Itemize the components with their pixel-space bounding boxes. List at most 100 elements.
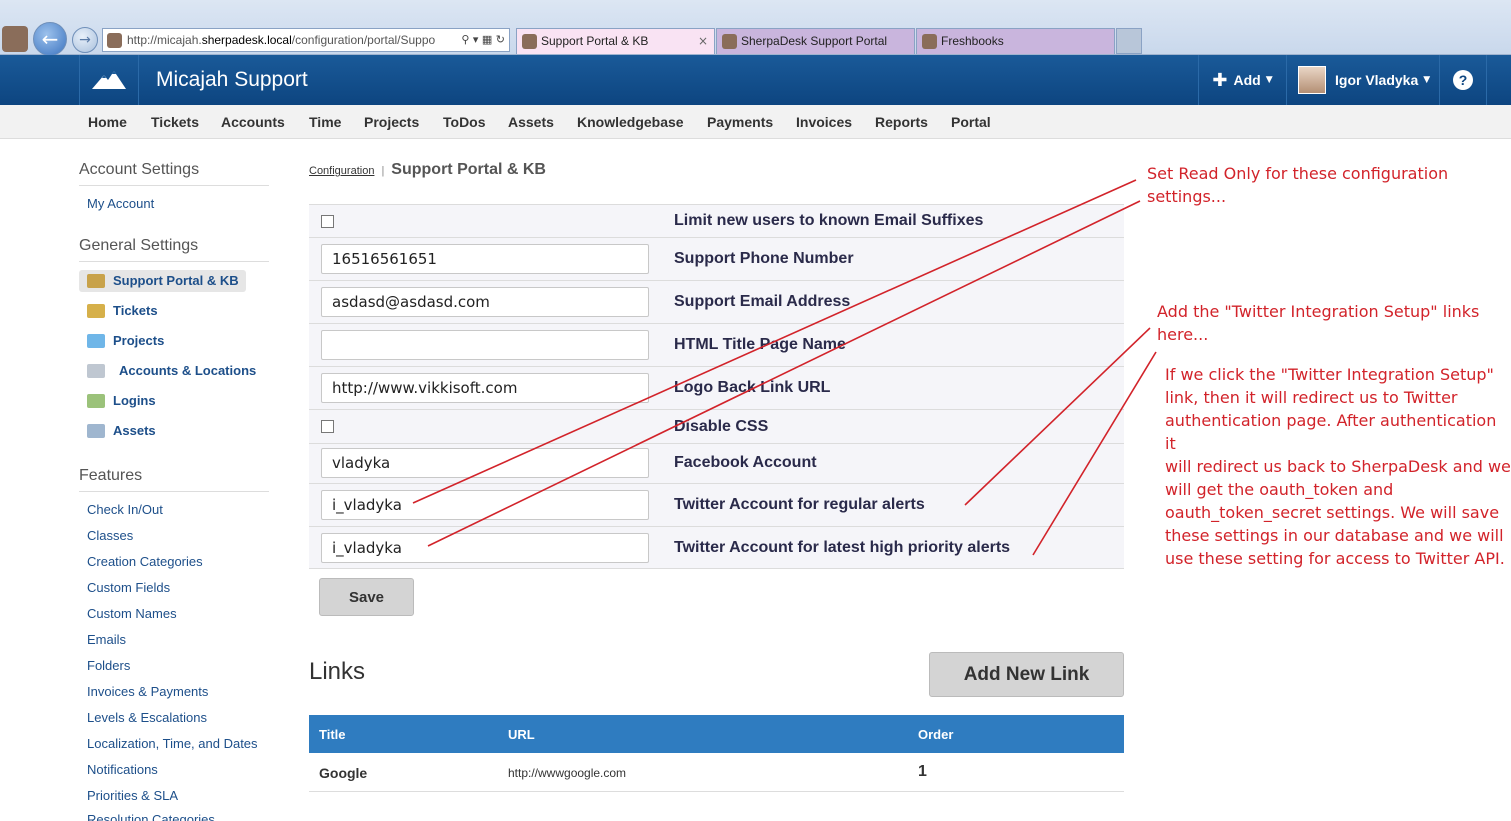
sidebar-item-my-account[interactable]: My Account: [87, 196, 154, 211]
facebook-account-field[interactable]: [321, 448, 649, 478]
general-settings-heading: General Settings: [79, 237, 269, 262]
annotation-line: here...: [1157, 325, 1209, 344]
nav-assets[interactable]: Assets: [508, 114, 554, 130]
table-row[interactable]: Google http://wwwgoogle.com 1: [309, 753, 1124, 792]
tab-sherpadesk-portal[interactable]: SherpaDesk Support Portal: [716, 28, 915, 54]
setting-row: Facebook Account: [309, 443, 1124, 483]
sidebar-item-creation-categories[interactable]: Creation Categories: [87, 554, 203, 569]
annotation-read-only: Set Read Only for these configuration se…: [1147, 162, 1448, 208]
sidebar-item-projects[interactable]: Projects: [87, 333, 164, 348]
sidebar-item-emails[interactable]: Emails: [87, 632, 126, 647]
setting-label: Disable CSS: [674, 418, 769, 435]
annotation-line: link, then it will redirect us to Twitte…: [1165, 388, 1458, 407]
tab-close-icon[interactable]: ×: [698, 29, 708, 54]
sidebar-item-invoices-payments[interactable]: Invoices & Payments: [87, 684, 208, 699]
address-bar[interactable]: http://micajah.sherpadesk.local/configur…: [102, 28, 510, 52]
annotation-add-links: Add the "Twitter Integration Setup" link…: [1157, 300, 1479, 346]
add-menu-button[interactable]: ✚ Add ▼: [1198, 55, 1286, 105]
setting-label: Facebook Account: [674, 454, 817, 471]
user-menu-button[interactable]: Igor Vladyka ▼: [1286, 55, 1439, 105]
twitter-regular-field[interactable]: [321, 490, 649, 520]
tab-label: Freshbooks: [941, 34, 1004, 48]
sidebar-item-priorities-sla[interactable]: Priorities & SLA: [87, 788, 178, 803]
setting-row: Support Email Address: [309, 280, 1124, 323]
support-phone-field[interactable]: [321, 244, 649, 274]
html-title-field[interactable]: [321, 330, 649, 360]
nav-portal[interactable]: Portal: [951, 114, 991, 130]
link-title-cell[interactable]: Google: [319, 765, 367, 781]
sidebar-item-label: Support Portal & KB: [113, 273, 239, 288]
user-name: Igor Vladyka: [1335, 72, 1419, 88]
tab-label: SherpaDesk Support Portal: [741, 34, 888, 48]
new-tab-button[interactable]: [1116, 28, 1142, 54]
logo-back-link-field[interactable]: [321, 373, 649, 403]
annotation-line: will get the oauth_token and: [1165, 480, 1394, 499]
nav-accounts[interactable]: Accounts: [221, 114, 285, 130]
add-label: Add: [1233, 72, 1261, 88]
sidebar-item-tickets[interactable]: Tickets: [87, 303, 158, 318]
nav-invoices[interactable]: Invoices: [796, 114, 852, 130]
column-header-url[interactable]: URL: [508, 727, 535, 742]
nav-tickets[interactable]: Tickets: [151, 114, 199, 130]
sidebar-item-localization[interactable]: Localization, Time, and Dates: [87, 736, 258, 751]
back-arrow-icon[interactable]: ←: [33, 22, 67, 56]
setting-row: Disable CSS: [309, 409, 1124, 443]
sidebar-item-notifications[interactable]: Notifications: [87, 762, 158, 777]
sidebar-item-label: Projects: [113, 333, 165, 348]
account-settings-heading: Account Settings: [79, 161, 269, 186]
setting-label: Support Email Address: [674, 293, 851, 310]
main-nav: Home Tickets Accounts Time Projects ToDo…: [0, 105, 1511, 139]
address-card-icon: [87, 363, 105, 378]
setting-row: HTML Title Page Name: [309, 323, 1124, 366]
twitter-priority-field[interactable]: [321, 533, 649, 563]
sidebar-item-support-portal[interactable]: Support Portal & KB: [87, 273, 239, 288]
breadcrumb-separator: |: [381, 165, 385, 177]
app-header: Micajah Support ✚ Add ▼ Igor Vladyka ▼ ?: [0, 55, 1511, 105]
column-header-order[interactable]: Order: [918, 727, 953, 742]
address-tools-icons[interactable]: ⚲ ▾ ▦ ↻: [457, 29, 505, 51]
app-title: Micajah Support: [156, 68, 308, 91]
nav-payments[interactable]: Payments: [707, 114, 773, 130]
nav-time[interactable]: Time: [309, 114, 341, 130]
breadcrumb-configuration-link[interactable]: Configuration: [309, 165, 374, 177]
column-header-title[interactable]: Title: [319, 727, 346, 742]
nav-home[interactable]: Home: [88, 114, 127, 130]
tab-favicon-icon: [922, 34, 937, 49]
book-icon: [87, 273, 105, 288]
sidebar-item-classes[interactable]: Classes: [87, 528, 133, 543]
sidebar-item-label: Logins: [113, 393, 156, 408]
support-email-field[interactable]: [321, 287, 649, 317]
annotation-line: these settings in our database and we wi…: [1165, 526, 1504, 545]
nav-reports[interactable]: Reports: [875, 114, 928, 130]
sidebar-item-assets[interactable]: Assets: [87, 423, 156, 438]
save-button[interactable]: Save: [319, 578, 414, 616]
setting-label: HTML Title Page Name: [674, 336, 846, 353]
sidebar-item-check-in-out[interactable]: Check In/Out: [87, 502, 163, 517]
help-button[interactable]: ?: [1439, 55, 1487, 105]
sidebar-item-custom-fields[interactable]: Custom Fields: [87, 580, 170, 595]
forward-arrow-icon[interactable]: →: [72, 27, 98, 53]
sidebar-item-resolution-categories[interactable]: Resolution Categories: [87, 812, 215, 821]
tab-freshbooks[interactable]: Freshbooks: [916, 28, 1115, 54]
url-path: /configuration/portal/Suppo: [291, 33, 436, 47]
sidebar-item-folders[interactable]: Folders: [87, 658, 130, 673]
tab-support-portal[interactable]: Support Portal & KB ×: [516, 28, 715, 54]
sidebar-item-custom-names[interactable]: Custom Names: [87, 606, 177, 621]
email-suffix-checkbox[interactable]: [321, 215, 334, 228]
help-icon: ?: [1453, 70, 1473, 90]
ticket-stack-icon: [87, 303, 105, 318]
mountain-logo-icon[interactable]: [79, 55, 139, 105]
nav-knowledgebase[interactable]: Knowledgebase: [577, 114, 684, 130]
sidebar-item-label: Accounts & Locations: [119, 363, 257, 378]
disable-css-checkbox[interactable]: [321, 420, 334, 433]
add-new-link-button[interactable]: Add New Link: [929, 652, 1124, 697]
sidebar-item-logins[interactable]: Logins: [87, 393, 156, 408]
link-url-cell: http://wwwgoogle.com: [508, 766, 627, 780]
users-icon: [87, 393, 105, 408]
nav-projects[interactable]: Projects: [364, 114, 419, 130]
sidebar-item-levels-escalations[interactable]: Levels & Escalations: [87, 710, 207, 725]
nav-todos[interactable]: ToDos: [443, 114, 486, 130]
tab-label: Support Portal & KB: [541, 34, 649, 48]
sidebar-item-accounts-locations[interactable]: Accounts & Locations: [87, 363, 256, 378]
link-order-cell: 1: [918, 763, 927, 780]
